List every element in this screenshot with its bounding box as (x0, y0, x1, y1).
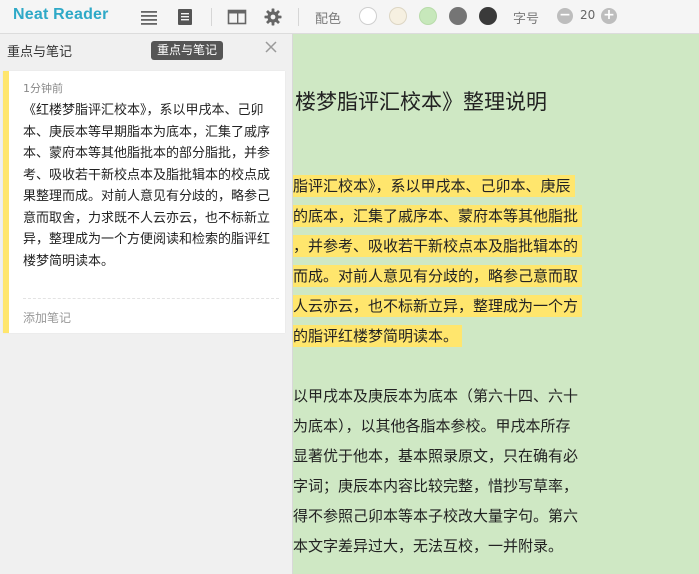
text-line: 以甲戌本及庚辰本为底本（第六十四、六十 (293, 387, 579, 405)
close-icon[interactable] (264, 40, 278, 54)
reading-area: 楼梦脂评汇校本》整理说明 脂评汇校本》，系以甲戌本、己卯本、庚辰 的底本，汇集了… (293, 34, 699, 574)
highlighted-line[interactable]: 而成。对前人意见有分歧的，略参己意而取 (293, 262, 583, 290)
font-increase-button[interactable]: + (601, 8, 617, 24)
swatch-beige[interactable] (389, 7, 407, 25)
highlighted-line[interactable]: 人云亦云，也不标新立异，整理成为一个方 (293, 292, 583, 320)
font-size-label: 字号 (513, 12, 540, 27)
swatch-white[interactable] (359, 7, 377, 25)
note-card[interactable]: 1分钟前 《红楼梦脂评汇校本》，系以甲戌本、己卯本、庚辰本等早期脂本为底本，汇集… (3, 71, 285, 333)
highlighted-line[interactable]: 脂评汇校本》，系以甲戌本、己卯本、庚辰 (293, 172, 575, 200)
swatch-green[interactable] (419, 7, 437, 25)
note-timestamp: 1分钟前 (23, 82, 63, 95)
notes-panel-header: 重点与笔记 重点与笔记 (0, 34, 293, 64)
highlighted-line[interactable]: ，并参考、吸收若干新校点本及脂批辑本的 (293, 232, 583, 260)
gear-icon[interactable] (263, 7, 283, 27)
swatch-black[interactable] (479, 7, 497, 25)
app-title: Neat Reader (13, 6, 109, 23)
text-line: 得不参照己卯本等本子校改大量字句。第六 (293, 507, 579, 525)
toolbar-divider (211, 8, 212, 26)
font-decrease-button[interactable]: − (557, 8, 573, 24)
notes-tooltip: 重点与笔记 (151, 41, 224, 60)
table-of-contents-icon[interactable] (139, 7, 159, 27)
highlighted-line[interactable]: 的脂评红楼梦简明读本。 (293, 322, 463, 350)
highlight-quote: 《红楼梦脂评汇校本》，系以甲戌本、己卯本、庚辰本等早期脂本为底本，汇集了戚序本、… (23, 103, 271, 269)
text-line: 为底本），以其他各脂本参校。甲戌本所存 (293, 417, 571, 435)
highlight-color-bar (3, 71, 9, 333)
text-line: 字词；庚辰本内容比较完整，惜抄写草率， (293, 477, 579, 495)
chapter-title: 楼梦脂评汇校本》整理说明 (295, 90, 547, 114)
color-scheme-label: 配色 (315, 12, 342, 27)
panel-title: 重点与笔记 (7, 45, 73, 60)
layout-icon[interactable] (227, 7, 247, 27)
toolbar: Neat Reader 配色 字号 − 20 + (0, 0, 699, 34)
font-size-value: 20 (580, 8, 596, 22)
text-line: 本文字差异过大，无法互校，一并附录。 (293, 537, 564, 555)
add-note-button[interactable]: 添加笔记 (23, 309, 71, 326)
card-divider (23, 298, 279, 299)
notes-panel: 重点与笔记 重点与笔记 1分钟前 《红楼梦脂评汇校本》，系以甲戌本、己卯本、庚辰… (0, 34, 293, 574)
toolbar-divider (298, 8, 299, 26)
notes-icon[interactable] (175, 7, 195, 27)
swatch-gray[interactable] (449, 7, 467, 25)
text-line: 显著优于他本，基本照录原文，只在确有必 (293, 447, 579, 465)
highlighted-line[interactable]: 的底本，汇集了戚序本、蒙府本等其他脂批 (293, 202, 583, 230)
